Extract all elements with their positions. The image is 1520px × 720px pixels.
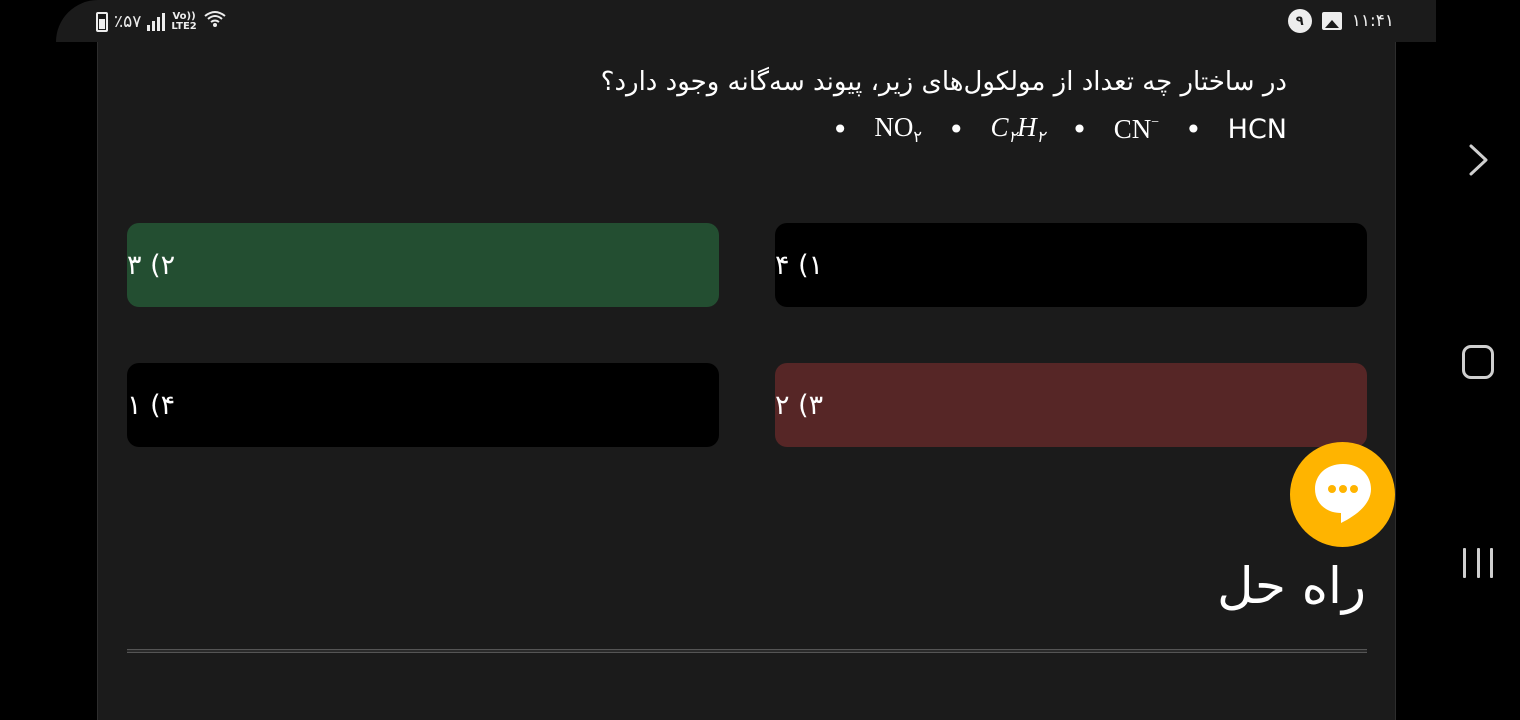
option-2-button[interactable]: ۲) ۳ xyxy=(127,223,719,307)
status-bar: ٪۵۷ Vo)) LTE2 ۹ ۱۱:۴۱ xyxy=(56,0,1436,42)
signal-icon xyxy=(147,12,166,31)
chevron-right-icon xyxy=(1462,144,1496,184)
molecule-list: • HCN • CN− • C۲H۲ • NO۲ xyxy=(806,112,1287,147)
notification-badge: ۹ xyxy=(1287,9,1312,33)
option-4-label: ۴) ۱ xyxy=(127,389,176,421)
battery-icon xyxy=(96,11,108,32)
option-1-label: ۱) ۴ xyxy=(775,249,824,281)
solution-title: راه حل xyxy=(1217,557,1366,615)
image-notification-icon xyxy=(1321,12,1342,30)
status-left: ٪۵۷ Vo)) LTE2 xyxy=(96,9,227,34)
molecule-no2: • NO۲ xyxy=(806,112,922,147)
wifi-icon xyxy=(203,9,227,34)
molecule-c2h2-label: C۲H۲ xyxy=(990,112,1046,146)
bullet-icon: • xyxy=(831,113,849,146)
molecule-c2h2: • C۲H۲ xyxy=(922,112,1045,147)
option-1-button[interactable]: ۱) ۴ xyxy=(775,223,1367,307)
divider xyxy=(127,649,1367,653)
recent-apps-icon xyxy=(1463,548,1466,578)
option-3-label: ۳) ۲ xyxy=(775,389,824,421)
molecule-hcn-label: HCN xyxy=(1227,114,1287,145)
option-2-label: ۲) ۳ xyxy=(127,249,176,281)
question-card: در ساختار چه تعداد از مولکول‌های زیر، پی… xyxy=(97,42,1396,720)
molecule-cn: • CN− xyxy=(1045,113,1159,146)
question-text: در ساختار چه تعداد از مولکول‌های زیر، پی… xyxy=(600,67,1287,97)
chat-bubble-icon xyxy=(1311,460,1375,530)
molecule-cn-label: CN− xyxy=(1113,114,1160,144)
bullet-icon: • xyxy=(1071,113,1088,146)
screen: ٪۵۷ Vo)) LTE2 ۹ ۱۱:۴۱ در ساختار چه تعداد… xyxy=(0,0,1520,720)
clock: ۱۱:۴۱ xyxy=(1351,11,1394,31)
battery-percent: ٪۵۷ xyxy=(114,11,142,32)
option-3-button[interactable]: ۳) ۲ xyxy=(775,363,1367,447)
status-right: ۹ ۱۱:۴۱ xyxy=(1287,9,1394,33)
molecule-no2-label: NO۲ xyxy=(874,112,922,146)
lte-label: LTE2 xyxy=(171,20,197,32)
option-4-button[interactable]: ۴) ۱ xyxy=(127,363,719,447)
bullet-icon: • xyxy=(947,113,965,146)
recent-apps-button[interactable] xyxy=(1463,548,1493,578)
home-button[interactable] xyxy=(1462,345,1494,379)
back-button[interactable] xyxy=(1462,140,1496,180)
chat-button[interactable] xyxy=(1290,442,1395,547)
network-indicator: Vo)) LTE2 xyxy=(171,11,197,32)
molecule-hcn: • HCN xyxy=(1159,113,1287,146)
bullet-icon: • xyxy=(1185,113,1202,146)
